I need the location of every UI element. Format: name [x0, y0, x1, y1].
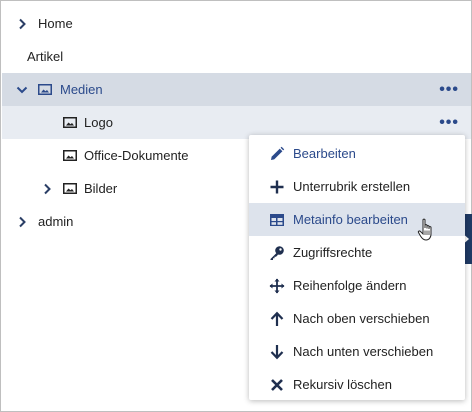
menu-item-label: Reihenfolge ändern [293, 278, 407, 293]
tree-item-label: Office-Dokumente [84, 148, 189, 163]
move-icon [268, 277, 286, 295]
image-folder-icon [63, 117, 77, 128]
more-options-icon[interactable]: ••• [439, 81, 459, 99]
tree-item-label: Logo [84, 115, 113, 130]
chevron-right-icon[interactable] [40, 182, 54, 196]
tree-item-home[interactable]: Home [2, 7, 471, 40]
tree-item-label: Home [38, 16, 73, 31]
context-menu: Bearbeiten Unterrubrik erstellen Metainf… [249, 135, 465, 400]
more-options-icon[interactable]: ••• [439, 114, 459, 132]
menu-item-unterrubrik-erstellen[interactable]: Unterrubrik erstellen [249, 170, 465, 203]
table-icon [268, 211, 286, 229]
tree-item-label: Bilder [84, 181, 118, 196]
menu-item-label: Zugriffsrechte [293, 245, 373, 260]
chevron-right-icon[interactable] [15, 215, 29, 229]
image-folder-icon [63, 150, 77, 161]
arrow-up-icon [268, 310, 286, 328]
menu-item-label: Unterrubrik erstellen [293, 179, 411, 194]
menu-item-nach-oben-verschieben[interactable]: Nach oben verschieben [249, 302, 465, 335]
chevron-right-icon[interactable] [15, 17, 29, 31]
tree-item-label: Medien [60, 82, 103, 97]
arrow-down-icon [268, 343, 286, 361]
close-icon [268, 376, 286, 394]
menu-item-rekursiv-loeschen[interactable]: Rekursiv löschen [249, 368, 465, 401]
tree-item-medien[interactable]: Medien ••• [2, 73, 471, 106]
menu-item-label: Rekursiv löschen [293, 377, 392, 392]
chevron-down-icon[interactable] [15, 83, 29, 97]
menu-item-label: Bearbeiten [293, 146, 356, 161]
menu-item-label: Nach oben verschieben [293, 311, 430, 326]
pencil-icon [268, 145, 286, 163]
tree-item-artikel[interactable]: Artikel [2, 40, 471, 73]
tree-item-label: admin [38, 214, 74, 229]
image-folder-icon [38, 84, 52, 95]
menu-item-label: Nach unten verschieben [293, 344, 434, 359]
menu-item-reihenfolge-aendern[interactable]: Reihenfolge ändern [249, 269, 465, 302]
menu-item-bearbeiten[interactable]: Bearbeiten [249, 137, 465, 170]
tree-item-label: Artikel [27, 49, 64, 64]
key-icon [268, 244, 286, 262]
menu-item-nach-unten-verschieben[interactable]: Nach unten verschieben [249, 335, 465, 368]
image-folder-icon [63, 183, 77, 194]
hand-cursor-icon [417, 218, 432, 241]
menu-item-label: Metainfo bearbeiten [293, 212, 408, 227]
plus-icon [268, 178, 286, 196]
